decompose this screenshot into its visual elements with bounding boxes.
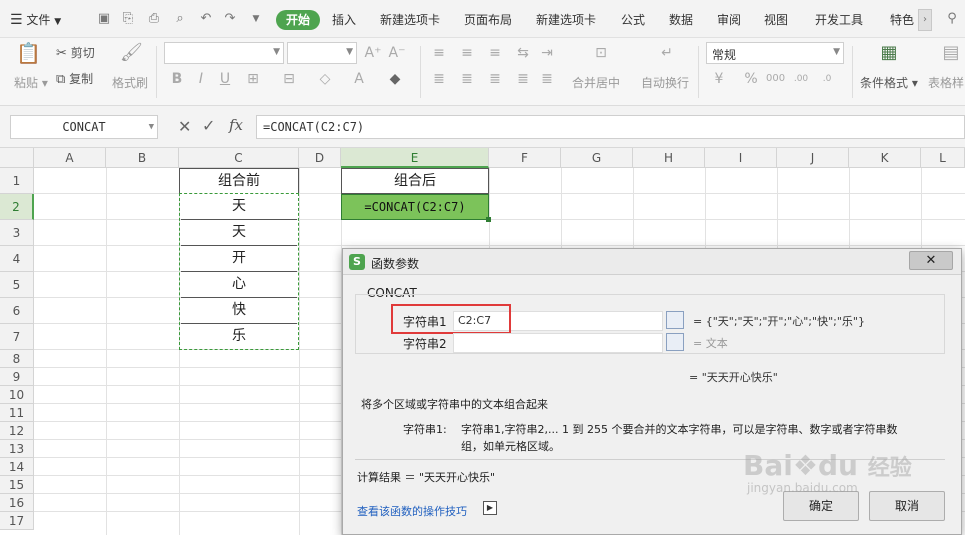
watermark-brand: Bai	[743, 449, 793, 482]
function-description: 将多个区域或字符串中的文本组合起来	[361, 398, 548, 411]
watermark-url: jingyan.baidu.com	[747, 481, 858, 495]
arg-help-line-2: 组，如单元格区域。	[461, 440, 560, 453]
arg-help-line-1: 字符串1,字符串2,... 1 到 255 个要合并的文本字符串，可以是字符串、…	[461, 423, 898, 436]
cancel-button[interactable]: 取消	[869, 491, 945, 521]
function-arguments-dialog: S 函数参数 ✕ CONCAT 字符串1 C2:C7 = {"天";"天";"开…	[342, 248, 962, 535]
arg2-label: 字符串2	[403, 337, 447, 351]
spreadsheet-app: ☰ 文件 ▼ ▣ ⎘ ⎙ ⌕ ↶ ↷ ▼ 开始 插入 新建选项卡 页面布局 新建…	[0, 0, 965, 535]
video-tips-icon[interactable]: ▶	[483, 501, 497, 515]
range-select-icon[interactable]	[666, 311, 684, 329]
watermark-brand-2: du	[817, 449, 858, 482]
arg1-result: = {"天";"天";"开";"心";"快";"乐"}	[693, 315, 865, 328]
overall-result: = "天天开心快乐"	[689, 371, 778, 384]
watermark-jingyan: 经验	[867, 456, 912, 481]
paw-icon: ❖	[792, 449, 818, 482]
annotation-highlight-box	[391, 304, 511, 334]
range-select-icon[interactable]	[666, 333, 684, 351]
arg2-result: = 文本	[693, 337, 728, 350]
arg2-input[interactable]	[453, 333, 663, 353]
close-icon[interactable]: ✕	[909, 251, 953, 270]
arg-help-label: 字符串1:	[403, 423, 447, 436]
dialog-titlebar[interactable]: S 函数参数 ✕	[343, 249, 961, 275]
calc-result: 计算结果 ＝ "天天开心快乐"	[357, 471, 496, 484]
baidu-watermark: Bai❖du 经验	[743, 449, 912, 482]
help-link[interactable]: 查看该函数的操作技巧	[357, 503, 467, 519]
app-logo-icon: S	[349, 254, 365, 270]
dialog-title: 函数参数	[371, 257, 420, 271]
ok-button[interactable]: 确定	[783, 491, 859, 521]
